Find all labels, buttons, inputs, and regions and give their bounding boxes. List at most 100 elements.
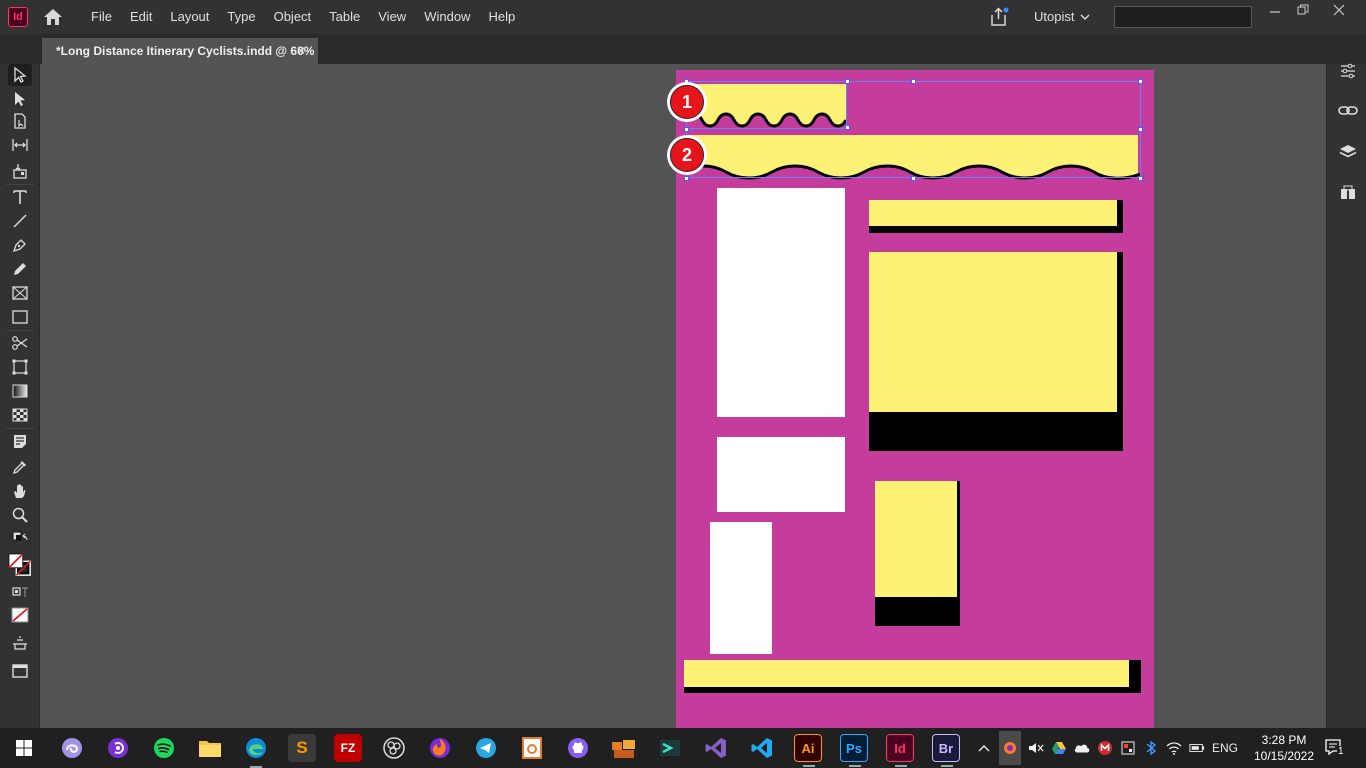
edge-icon[interactable] xyxy=(242,734,270,768)
restore-button[interactable] xyxy=(1286,0,1320,20)
sublime-text-icon[interactable]: S xyxy=(288,734,316,762)
type-tool-icon[interactable] xyxy=(8,186,32,208)
spotify-icon[interactable] xyxy=(150,734,178,762)
yellow-text-frame-large[interactable] xyxy=(869,252,1117,412)
notification-center-icon[interactable]: 1 xyxy=(1324,738,1346,758)
start-button[interactable] xyxy=(10,734,38,762)
white-image-frame-narrow[interactable] xyxy=(710,522,772,654)
workspace-switcher[interactable]: Utopist xyxy=(1034,0,1090,34)
language-indicator[interactable]: ENG xyxy=(1212,740,1238,756)
annotation-badge-1-label: 1 xyxy=(670,85,704,119)
resize-handle[interactable] xyxy=(845,79,850,84)
photoshop-icon[interactable]: Ps xyxy=(840,734,868,767)
filezilla-icon[interactable]: FZ xyxy=(334,734,362,762)
yellow-title-bar[interactable] xyxy=(869,200,1117,226)
yellow-text-frame-small[interactable] xyxy=(875,481,957,597)
close-window-button[interactable] xyxy=(1322,0,1356,20)
pencil-tool-icon[interactable] xyxy=(8,258,32,280)
page-tool-icon[interactable] xyxy=(8,110,32,132)
file-explorer-icon[interactable] xyxy=(196,734,224,762)
clock[interactable]: 3:28 PM 10/15/2022 xyxy=(1248,732,1320,764)
menu-layout[interactable]: Layout xyxy=(161,0,218,34)
menu-type[interactable]: Type xyxy=(218,0,264,34)
properties-panel-icon[interactable] xyxy=(1337,60,1359,82)
hand-tool-icon[interactable] xyxy=(8,480,32,502)
gap-tool-icon[interactable] xyxy=(8,134,32,156)
scissors-tool-icon[interactable] xyxy=(8,332,32,354)
telegram-icon[interactable] xyxy=(472,734,500,762)
gradient-swatch-tool-icon[interactable] xyxy=(8,380,32,402)
bluetooth-icon[interactable] xyxy=(1143,740,1159,756)
pen-tool-icon[interactable] xyxy=(8,234,32,256)
swirl-app-icon[interactable] xyxy=(58,734,86,762)
resize-handle[interactable] xyxy=(1138,127,1143,132)
menu-object[interactable]: Object xyxy=(265,0,321,34)
grid-app-icon[interactable] xyxy=(610,734,638,762)
white-image-frame-medium[interactable] xyxy=(717,437,845,512)
menu-file[interactable]: File xyxy=(82,0,121,34)
resize-handle[interactable] xyxy=(911,176,916,181)
share-icon[interactable] xyxy=(988,6,1010,28)
indesign-taskbar-label: Id xyxy=(894,740,906,756)
github-icon[interactable] xyxy=(564,734,592,762)
menu-help[interactable]: Help xyxy=(479,0,524,34)
resize-handle[interactable] xyxy=(684,176,689,181)
indesign-taskbar-icon[interactable]: Id xyxy=(886,734,914,767)
teal-app-icon[interactable] xyxy=(656,734,684,762)
menu-table[interactable]: Table xyxy=(320,0,369,34)
formatting-affects-container-icon[interactable] xyxy=(8,582,32,604)
layers-panel-icon[interactable] xyxy=(1337,141,1359,163)
apply-none-icon[interactable] xyxy=(8,604,32,626)
fill-stroke-swatch-icon[interactable] xyxy=(8,550,32,580)
line-tool-icon[interactable] xyxy=(8,210,32,232)
muted-speaker-icon[interactable] xyxy=(1028,740,1044,756)
white-image-frame-tall[interactable] xyxy=(717,188,845,417)
home-icon[interactable] xyxy=(42,6,64,28)
app-tray-icon[interactable] xyxy=(1120,740,1136,756)
bridge-icon[interactable]: Br xyxy=(932,734,960,767)
default-fill-stroke-icon[interactable] xyxy=(8,528,32,550)
yellow-footer-bar[interactable] xyxy=(684,660,1129,687)
content-collector-tool-icon[interactable] xyxy=(8,160,32,182)
free-transform-tool-icon[interactable] xyxy=(8,356,32,378)
wifi-icon[interactable] xyxy=(1166,740,1182,756)
gradient-feather-tool-icon[interactable] xyxy=(8,404,32,426)
obs-icon[interactable] xyxy=(380,734,408,762)
orange-app-icon[interactable] xyxy=(518,734,546,762)
pages-panel-icon[interactable] xyxy=(1337,182,1359,204)
search-input[interactable] xyxy=(1114,6,1252,28)
zoom-tool-icon[interactable] xyxy=(8,504,32,526)
selection-tool-icon[interactable] xyxy=(8,64,32,86)
direct-selection-tool-icon[interactable] xyxy=(8,88,32,110)
menu-edit[interactable]: Edit xyxy=(121,0,161,34)
screen-mode-icon[interactable] xyxy=(8,660,32,682)
selected-frame-1[interactable] xyxy=(686,81,847,129)
illustrator-icon[interactable]: Ai xyxy=(794,734,822,767)
resize-handle[interactable] xyxy=(845,125,850,130)
onedrive-icon[interactable] xyxy=(1074,740,1090,756)
menu-window[interactable]: Window xyxy=(415,0,479,34)
chevron-up-icon[interactable] xyxy=(976,740,992,756)
firefox-icon[interactable] xyxy=(426,734,454,762)
resize-handle[interactable] xyxy=(1138,79,1143,84)
vscode-icon[interactable] xyxy=(748,734,776,762)
rectangle-frame-tool-icon[interactable] xyxy=(8,282,32,304)
main-menu: File Edit Layout Type Object Table View … xyxy=(82,0,524,34)
visual-studio-icon[interactable] xyxy=(702,734,730,762)
view-mode-icon[interactable] xyxy=(8,632,32,654)
menu-view[interactable]: View xyxy=(369,0,415,34)
note-tool-icon[interactable] xyxy=(8,430,32,452)
podcast-app-icon[interactable] xyxy=(104,734,132,762)
eyedropper-tool-icon[interactable] xyxy=(8,456,32,478)
close-tab-button[interactable]: ✕ xyxy=(296,44,306,58)
links-panel-icon[interactable] xyxy=(1337,100,1359,122)
resize-handle[interactable] xyxy=(684,127,689,132)
battery-icon[interactable] xyxy=(1189,740,1205,756)
mega-icon[interactable] xyxy=(1097,740,1113,756)
resize-handle[interactable] xyxy=(911,79,916,84)
rectangle-tool-icon[interactable] xyxy=(8,306,32,328)
firefox-tray-icon[interactable] xyxy=(999,731,1021,765)
google-drive-icon[interactable] xyxy=(1051,740,1067,756)
resize-handle[interactable] xyxy=(1138,176,1143,181)
document-tab[interactable]: *Long Distance Itinerary Cyclists.indd @… xyxy=(42,38,318,64)
